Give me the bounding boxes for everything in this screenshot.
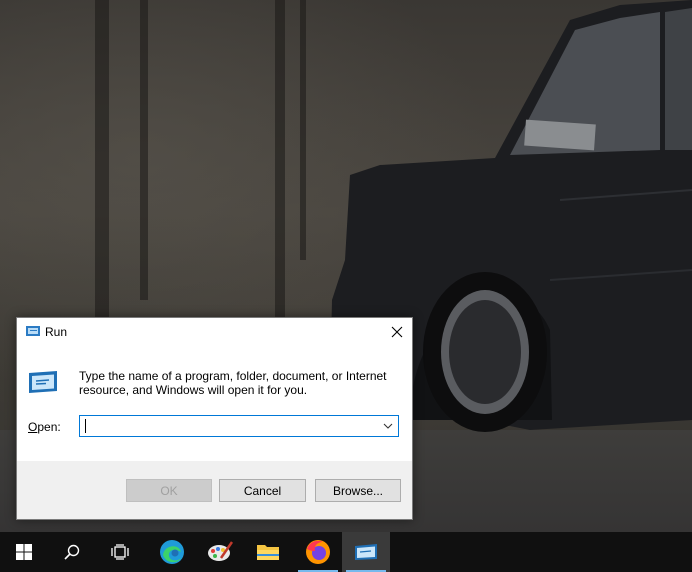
cancel-button[interactable]: Cancel <box>219 479 306 502</box>
paint-icon <box>208 541 233 561</box>
run-dialog: Run Type the name of a program, folder, … <box>16 317 413 520</box>
folder-icon <box>257 545 279 560</box>
edge-icon <box>160 540 184 564</box>
start-button[interactable] <box>0 532 48 572</box>
run-icon <box>355 544 377 560</box>
close-button[interactable] <box>382 318 412 346</box>
firefox-button[interactable] <box>294 532 342 572</box>
run-taskbar-button[interactable] <box>342 532 390 572</box>
open-label: Open: <box>28 420 61 434</box>
task-view-button[interactable] <box>96 532 144 572</box>
close-icon <box>391 326 403 338</box>
file-explorer-button[interactable] <box>244 532 292 572</box>
wallpaper-tree <box>275 0 285 320</box>
dropdown-button[interactable] <box>378 416 398 436</box>
edge-button[interactable] <box>148 532 196 572</box>
title-bar[interactable]: Run <box>17 318 412 346</box>
dialog-title: Run <box>45 325 68 339</box>
search-button[interactable] <box>48 532 96 572</box>
run-program-icon <box>27 369 59 398</box>
ok-button[interactable]: OK <box>126 479 212 502</box>
run-icon <box>25 324 41 341</box>
windows-logo-icon <box>16 544 32 560</box>
open-label-text: pen: <box>37 420 61 434</box>
paint-button[interactable] <box>196 532 244 572</box>
text-caret <box>85 419 86 433</box>
dialog-description: Type the name of a program, folder, docu… <box>79 369 387 397</box>
taskbar <box>0 532 692 572</box>
wallpaper-tree <box>140 0 148 300</box>
chevron-down-icon <box>383 423 393 429</box>
search-icon <box>64 544 80 560</box>
task-view-icon <box>111 544 129 560</box>
wallpaper-tree <box>300 0 306 260</box>
wallpaper-tree <box>95 0 109 330</box>
dialog-content <box>17 346 412 461</box>
open-label-accelerator: O <box>28 420 38 434</box>
open-input[interactable] <box>80 416 380 436</box>
browse-button[interactable]: Browse... <box>315 479 401 502</box>
open-combobox[interactable] <box>79 415 399 437</box>
firefox-icon <box>306 540 330 564</box>
